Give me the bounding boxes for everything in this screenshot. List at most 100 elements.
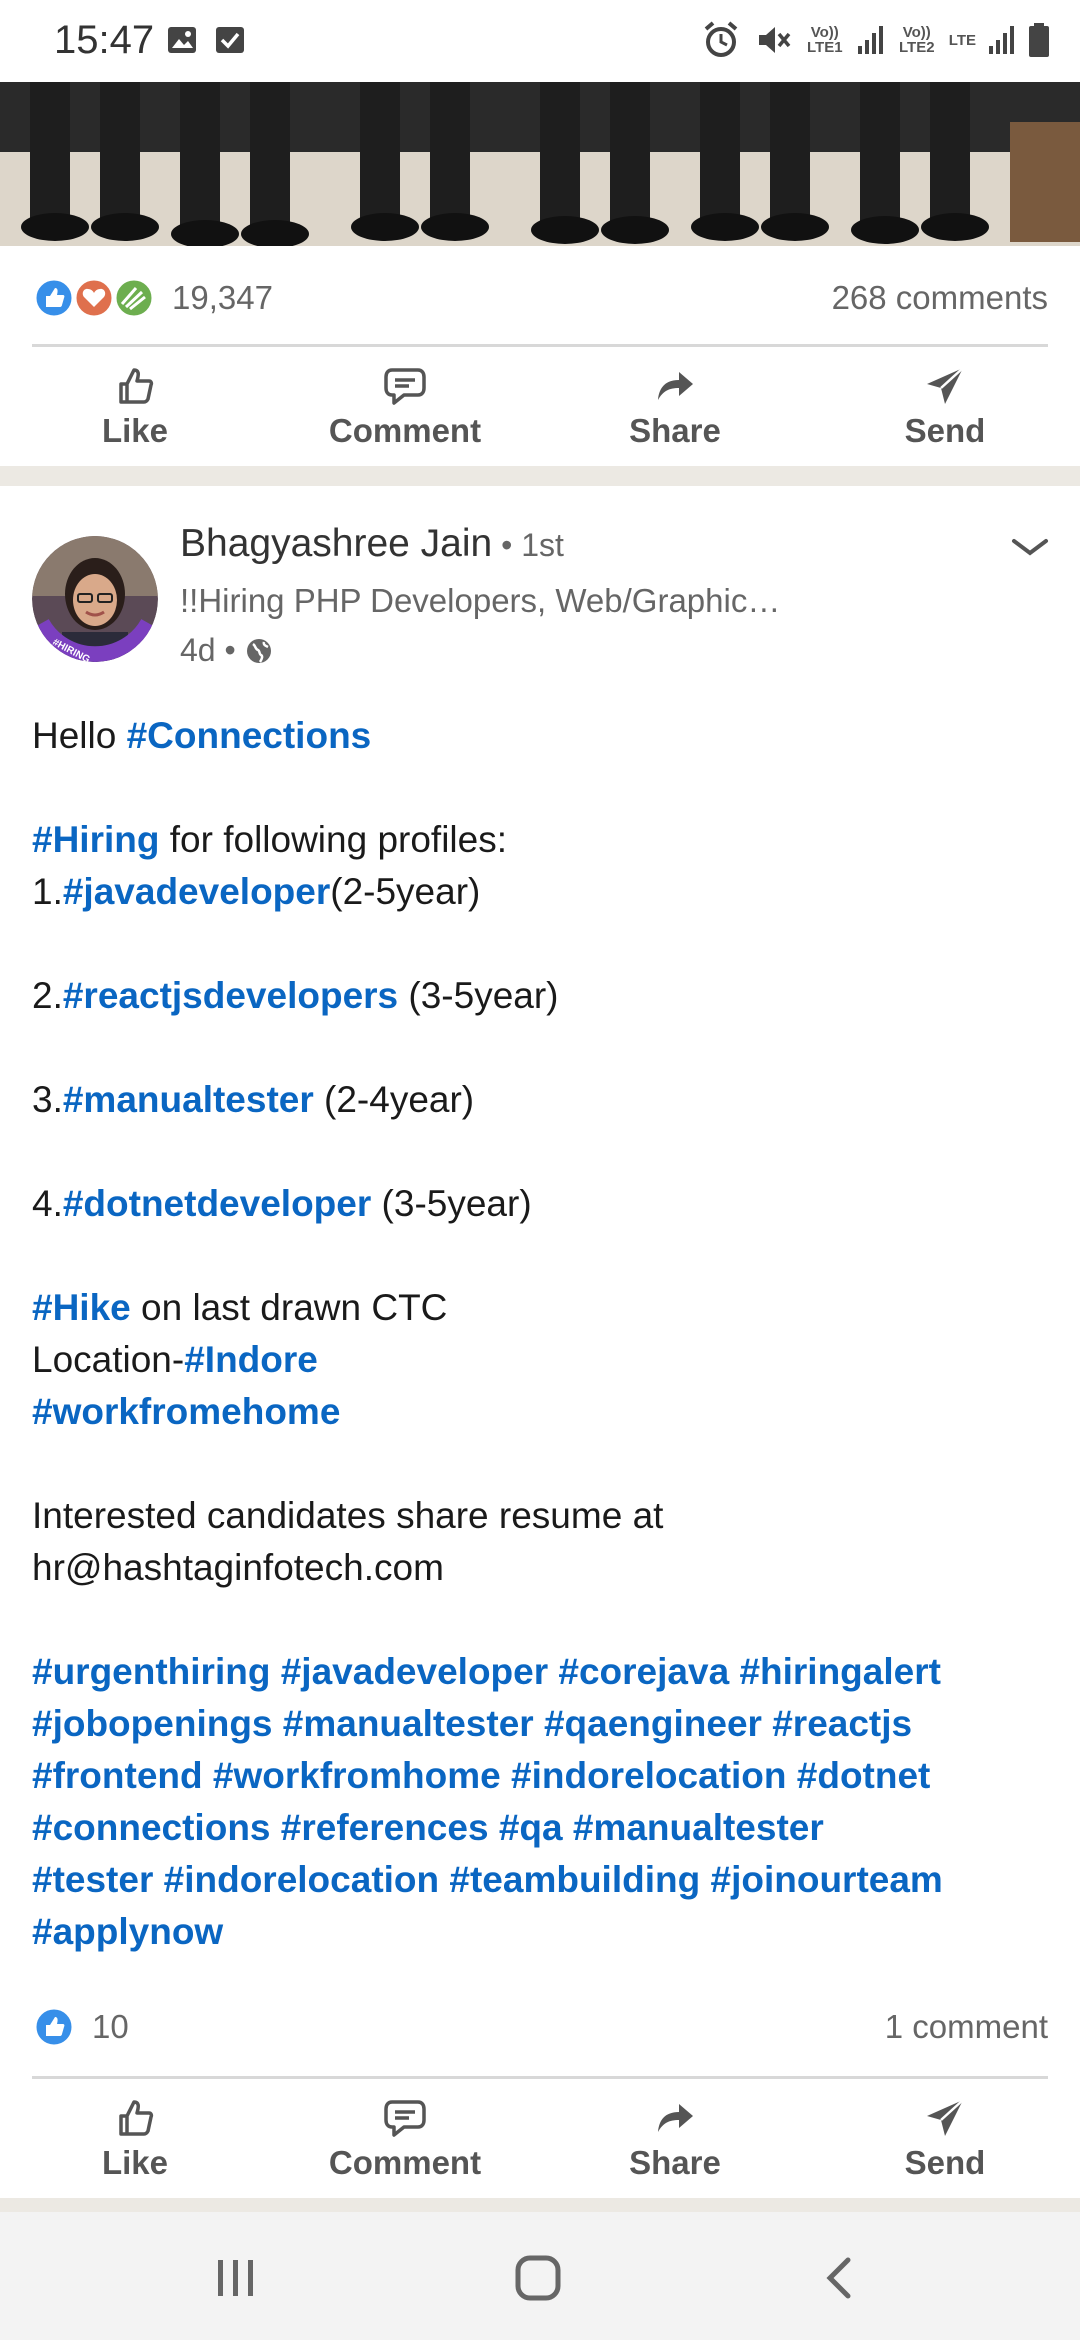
hashtag-link[interactable]: #joinourteam [711, 1859, 943, 1900]
feed-separator [0, 2198, 1080, 2212]
post-text: Location- [32, 1339, 185, 1380]
post-text: (2-4year) [313, 1079, 475, 1120]
share-icon [658, 2104, 693, 2132]
like-button[interactable]: Like [0, 2088, 270, 2198]
post-text: (3-5year) [371, 1183, 532, 1224]
hashtag-link[interactable]: #hiringalert [739, 1651, 941, 1692]
post-time: 4d • [180, 632, 236, 668]
comment-button[interactable]: Comment [270, 2088, 540, 2198]
feed-separator [0, 466, 1080, 486]
share-button[interactable]: Share [540, 356, 810, 466]
post-text: 3. [32, 1079, 63, 1120]
hashtag-link[interactable]: #workfromehome [32, 1391, 340, 1432]
hashtag-link[interactable]: #dotnetdeveloper [63, 1183, 371, 1224]
hashtag-link[interactable]: #indorelocation [511, 1755, 786, 1796]
reactions-summary[interactable]: 19,347 [32, 276, 273, 320]
like-button[interactable]: Like [0, 356, 270, 466]
hashtag-link[interactable]: #Hiring [32, 819, 159, 860]
hashtag-link[interactable]: #connections [32, 1807, 271, 1848]
back-icon[interactable] [820, 2256, 860, 2300]
author-headline: !!Hiring PHP Developers, Web/Graphic… [180, 582, 781, 619]
mute-icon [758, 27, 791, 53]
hashtag-link[interactable]: #teambuilding [449, 1859, 700, 1900]
hashtag-link[interactable]: #manualtester [63, 1079, 314, 1120]
post-menu-chevron-down-icon[interactable] [1010, 535, 1050, 559]
hashtag-link[interactable]: #urgenthiring [32, 1651, 270, 1692]
reactions-count: 19,347 [172, 279, 273, 316]
comment-label: Comment [328, 2144, 482, 2181]
status-bar: 15:47 Vo)) LTE1 Vo)) LTE2 LTE [0, 0, 1080, 82]
send-button[interactable]: Send [810, 356, 1080, 466]
post-text: Interested candidates share resume at [32, 1495, 664, 1536]
hashtag-link[interactable]: #qa [499, 1807, 563, 1848]
post-body: Hello #Connections #Hiring for following… [32, 710, 1052, 1958]
hashtag-link[interactable]: #dotnet [797, 1755, 931, 1796]
email-text: hr@hashtaginfotech.com [32, 1547, 444, 1588]
sim2-label: Vo)) LTE2 [899, 24, 935, 56]
share-button[interactable]: Share [540, 2088, 810, 2198]
recent-apps-icon[interactable] [212, 2256, 260, 2300]
post-text: Hello [32, 715, 127, 756]
post-text: on last drawn CTC [130, 1287, 448, 1328]
hashtag-link[interactable]: #Connections [127, 715, 372, 756]
hashtag-link[interactable]: #corejava [558, 1651, 729, 1692]
author-avatar[interactable]: #HIRING [32, 536, 158, 662]
status-time: 15:47 [54, 18, 155, 62]
hashtag-link[interactable]: #frontend [32, 1755, 203, 1796]
hashtag-link[interactable]: #Hike [32, 1287, 131, 1328]
hashtag-link[interactable]: #manualtester [283, 1703, 534, 1744]
post-text: 2. [32, 975, 63, 1016]
author-line[interactable]: Bhagyashree Jain • 1st [180, 522, 564, 566]
author-name[interactable]: Bhagyashree Jain [180, 522, 492, 565]
previous-post-image[interactable] [0, 82, 1080, 246]
comment-button[interactable]: Comment [270, 356, 540, 466]
reaction-icons [33, 277, 155, 319]
globe-icon [246, 638, 271, 663]
connection-degree: • 1st [492, 527, 564, 563]
post-actions: Like Comment Share Send [0, 2088, 1080, 2198]
hashtag-link[interactable]: #reactjs [772, 1703, 912, 1744]
hashtag-link[interactable]: #javadeveloper [63, 871, 330, 912]
comments-count[interactable]: 268 comments [832, 279, 1048, 317]
post-text: 1. [32, 871, 63, 912]
send-icon [927, 367, 964, 404]
divider [32, 344, 1048, 347]
like-reaction-icon [33, 2006, 75, 2048]
hashtag-link[interactable]: #jobopenings [32, 1703, 273, 1744]
post-text: 4. [32, 1183, 63, 1224]
alarm-icon [704, 21, 738, 57]
send-button[interactable]: Send [810, 2088, 1080, 2198]
like-icon [119, 368, 154, 404]
send-label: Send [904, 2144, 986, 2181]
share-label: Share [629, 412, 721, 449]
previous-post-social-counts: 19,347 268 comments [32, 270, 1048, 326]
post-text: (2-5year) [330, 871, 481, 912]
check-notification-icon [216, 27, 244, 53]
comments-count[interactable]: 1 comment [885, 2008, 1048, 2046]
comment-icon [384, 2100, 426, 2137]
like-icon [119, 2100, 154, 2136]
reactions-summary[interactable]: 10 [32, 2005, 129, 2049]
hashtag-link[interactable]: #Indore [184, 1339, 318, 1380]
image-notification-icon [168, 27, 196, 53]
home-icon[interactable] [514, 2254, 562, 2302]
signal-1-icon [857, 26, 883, 54]
share-label: Share [629, 2144, 721, 2181]
send-icon [927, 2099, 964, 2136]
hashtag-link[interactable]: #indorelocation [164, 1859, 439, 1900]
hashtag-link[interactable]: #workfromhome [213, 1755, 501, 1796]
hashtag-link[interactable]: #applynow [32, 1911, 223, 1952]
sim1-label: Vo)) LTE1 [807, 24, 843, 56]
lte-label: LTE [948, 31, 976, 49]
hashtag-link[interactable]: #javadeveloper [281, 1651, 548, 1692]
hashtag-link[interactable]: #tester [32, 1859, 153, 1900]
post-meta: 4d • [180, 632, 274, 669]
share-icon [658, 372, 693, 400]
hashtag-link[interactable]: #manualtester [573, 1807, 824, 1848]
system-navigation-bar [0, 2212, 1080, 2340]
previous-post-actions: Like Comment Share Send [0, 356, 1080, 466]
hashtag-link[interactable]: #reactjsdevelopers [63, 975, 398, 1016]
post-text: (3-5year) [398, 975, 559, 1016]
hashtag-link[interactable]: #references [281, 1807, 489, 1848]
hashtag-link[interactable]: #qaengineer [544, 1703, 762, 1744]
